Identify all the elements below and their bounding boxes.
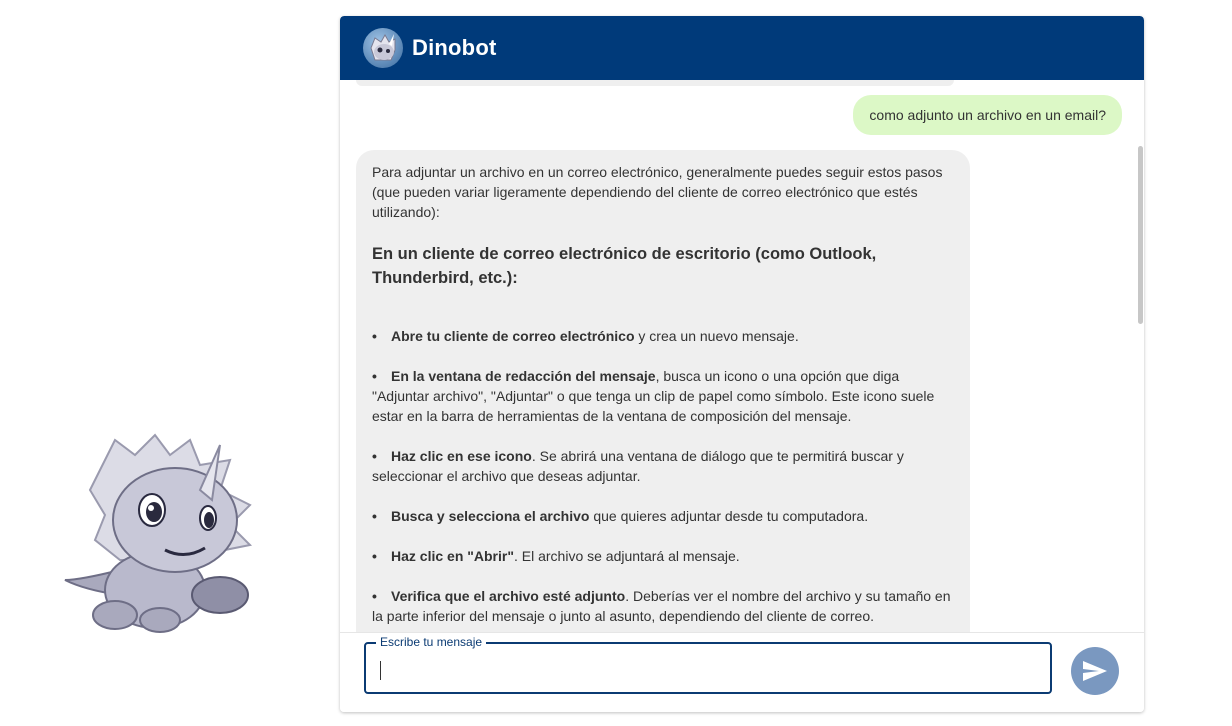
text-caret <box>380 661 381 680</box>
message-field-label: Escribe tu mensaje <box>376 635 487 649</box>
dino-avatar-icon <box>363 28 403 68</box>
bot-message-bubble: Para adjuntar un archivo en un correo el… <box>356 150 970 632</box>
user-message-bubble: como adjunto un archivo en un email? <box>853 95 1122 135</box>
chat-window: Dinobot como adjunto un archivo en un em… <box>340 16 1144 712</box>
send-icon <box>1083 661 1107 681</box>
dino-mascot-icon <box>64 433 253 633</box>
bot-message-intro: Para adjuntar un archivo en un correo el… <box>372 164 943 220</box>
list-item: • Busca y selecciona el archivo que quier… <box>372 508 869 524</box>
message-field[interactable]: Escribe tu mensaje <box>364 635 1052 694</box>
chat-header: Dinobot <box>340 16 1144 80</box>
message-input[interactable] <box>378 654 1042 684</box>
list-item: • Haz clic en "Abrir". El archivo se adju… <box>372 548 740 564</box>
previous-message-bubble <box>356 80 954 86</box>
scrollbar-thumb[interactable] <box>1138 146 1143 324</box>
dino-mascot-image <box>60 430 260 640</box>
bot-steps-list: • Abre tu cliente de correo electrónico y… <box>372 326 954 626</box>
bot-message-heading: En un cliente de correo electrónico de e… <box>372 245 877 287</box>
send-button[interactable] <box>1071 647 1119 695</box>
message-composer: Escribe tu mensaje <box>340 632 1144 712</box>
message-list[interactable]: como adjunto un archivo en un email? Par… <box>340 80 1144 632</box>
list-item: • Haz clic en ese icono. Se abrirá una ve… <box>372 448 904 484</box>
list-item: • En la ventana de redacción del mensaje,… <box>372 368 935 424</box>
message-scrollbar[interactable] <box>1136 80 1144 632</box>
list-item: • Verifica que el archivo esté adjunto. D… <box>372 588 951 624</box>
chat-title: Dinobot <box>412 35 497 60</box>
list-item: • Abre tu cliente de correo electrónico y… <box>372 328 799 344</box>
user-message-text: como adjunto un archivo en un email? <box>869 107 1106 123</box>
